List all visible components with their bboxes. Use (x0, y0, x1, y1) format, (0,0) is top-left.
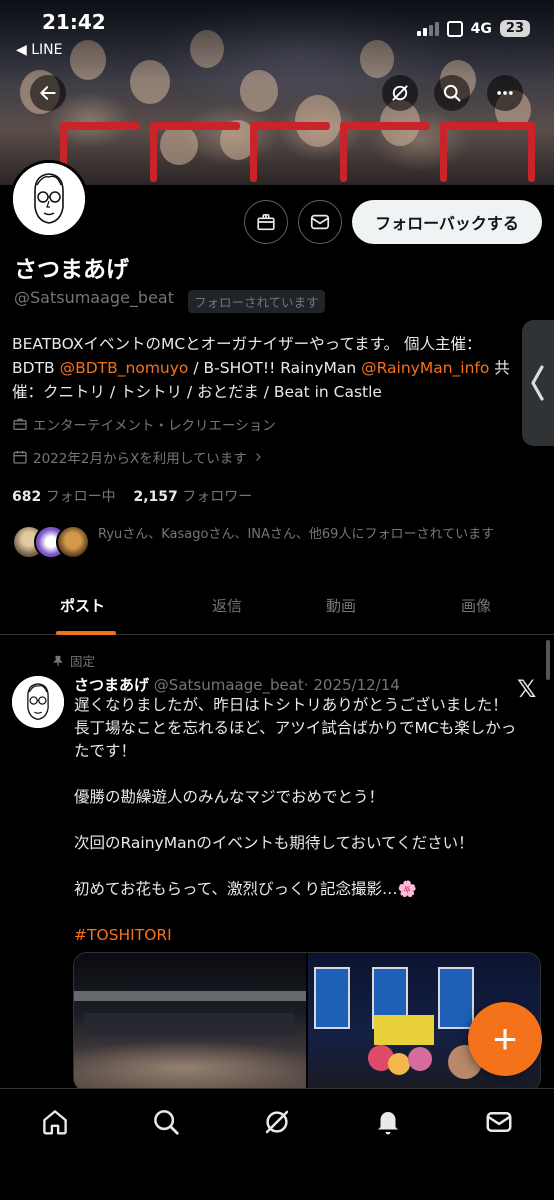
post-line-blank (74, 855, 544, 878)
home-icon (43, 1110, 67, 1135)
avatar-face-icon (13, 163, 85, 235)
profile-joined[interactable]: 2022年2月からXを利用しています (12, 447, 264, 467)
more-icon (497, 91, 513, 95)
followed-by-text[interactable]: Ryuさん、Kasagoさん、INAさん、他69人にフォローされています (98, 525, 538, 545)
tab-posts[interactable]: ポスト (60, 595, 105, 616)
calendar-icon (13, 451, 27, 464)
mention-link-rainyman[interactable]: @RainyMan_info (361, 359, 489, 377)
joined-text: 2022年2月からXを利用しています (33, 451, 247, 467)
chevron-left-icon (531, 365, 544, 401)
profile-name: さつまあげ (14, 257, 129, 283)
hashtag-link[interactable]: #TOSHITORI (74, 924, 544, 947)
post-date[interactable]: 2025/12/14 (313, 676, 399, 694)
chevron-right-icon (255, 453, 261, 461)
profile-avatar[interactable] (10, 160, 88, 238)
back-button[interactable] (30, 75, 66, 111)
bio-text: 共 (489, 359, 510, 377)
bio-text: / B-SHOT!! RainyMan (188, 359, 362, 377)
following-link[interactable]: 682 フォロー中 (12, 489, 116, 505)
search-icon (443, 84, 461, 102)
gift-icon (257, 213, 275, 231)
back-arrow-icon (40, 86, 56, 100)
message-button[interactable] (298, 200, 342, 244)
subscribe-gift-button[interactable] (244, 200, 288, 244)
bio-line-3: 催：クニトリ / トシトリ / おとだま / Beat in Castle (12, 383, 382, 401)
grok-icon (392, 85, 408, 101)
pin-icon (53, 655, 63, 666)
tab-images[interactable]: 画像 (461, 595, 491, 616)
side-panel-handle[interactable] (522, 320, 554, 446)
nav-search[interactable] (151, 1107, 181, 1137)
post-line: 次回のRainyManのイベントも期待しておいてください！ (74, 834, 474, 852)
network-type: 4G (470, 20, 492, 37)
follows-you-badge: フォローされています (188, 290, 325, 313)
follow-back-button[interactable]: フォローバックする (352, 200, 542, 244)
battery-level: 23 (499, 20, 530, 37)
pinned-text: 固定 (70, 654, 96, 669)
bell-icon (378, 1112, 398, 1135)
mail-icon (310, 214, 330, 230)
category-text: エンターテイメント・レクリエーション (33, 418, 276, 434)
profile-handle: @Satsumaage_beat (14, 288, 174, 307)
profile-tabs: ポスト 返信 動画 画像 (0, 585, 554, 635)
back-to-line[interactable]: ◀ LINE (16, 42, 62, 58)
scrollbar[interactable] (546, 640, 550, 680)
tab-replies[interactable]: 返信 (212, 595, 242, 616)
post-line-blank (74, 763, 544, 786)
compose-post-button[interactable]: + (468, 1002, 542, 1076)
grok-button[interactable] (382, 75, 418, 111)
follow-counts: 682 フォロー中 2,157 フォロワー (12, 486, 252, 506)
avatar (56, 525, 90, 559)
media-image-crowd[interactable] (74, 953, 306, 1091)
post-avatar[interactable] (12, 676, 64, 728)
followers-label: フォロワー (182, 489, 253, 505)
avatar-face-icon (12, 676, 64, 728)
post-text: 遅くなりましたが、昨日はトシトリありがとうございました！ 長丁場なことを忘れるほ… (74, 694, 544, 947)
grok-icon (265, 1110, 289, 1134)
mutual-followers-avatars[interactable] (12, 525, 90, 559)
profile-bio: BEATBOXイベントのMCとオーガナイザーやってます。 個人主催： BDTB … (12, 332, 522, 404)
mention-link-bdtb[interactable]: @BDTB_nomuyo (60, 359, 189, 377)
profile-category: エンターテイメント・レクリエーション (12, 414, 276, 434)
bottom-navigation (0, 1088, 554, 1200)
post-line: 初めてお花もらって、激烈びっくり記念撮影…🌸 (74, 880, 417, 898)
following-count: 682 (12, 489, 42, 505)
bio-line-2: BDTB @BDTB_nomuyo / B-SHOT!! RainyMan @R… (12, 356, 522, 380)
nav-notifications[interactable] (373, 1107, 403, 1137)
post-line: 長丁場なことを忘れるほど、アツイ試合ばかりでMCも楽しかっ (74, 719, 517, 737)
status-indicators: 4G 23 (416, 20, 530, 37)
post-header: さつまあげ @Satsumaage_beat· 2025/12/14 (74, 674, 400, 695)
post-line: 優勝の勘繰遊人のみんなマジでおめでとう！ (74, 788, 385, 806)
status-time: 21:42 (42, 10, 106, 34)
bio-text: BDTB (12, 359, 60, 377)
mail-icon (486, 1112, 512, 1132)
post-author-handle[interactable]: @Satsumaage_beat (154, 676, 304, 694)
following-label: フォロー中 (45, 489, 116, 505)
nav-home[interactable] (40, 1107, 70, 1137)
active-tab-indicator (56, 631, 116, 635)
more-button[interactable] (487, 75, 523, 111)
nav-messages[interactable] (484, 1107, 514, 1137)
lock-icon (446, 20, 463, 37)
search-icon (154, 1110, 179, 1135)
post-line-blank (74, 901, 544, 924)
post-author-name[interactable]: さつまあげ (74, 676, 149, 694)
followers-count: 2,157 (133, 489, 178, 505)
briefcase-icon (13, 418, 27, 430)
post-line: 遅くなりましたが、昨日はトシトリありがとうございました！ (74, 696, 508, 714)
post-dot: · (303, 676, 309, 694)
signal-icon (416, 21, 439, 36)
tab-videos[interactable]: 動画 (326, 595, 356, 616)
pinned-label: 固定 (52, 651, 95, 670)
nav-grok[interactable] (262, 1107, 292, 1137)
bio-line-1: BEATBOXイベントのMCとオーガナイザーやってます。 個人主催： (12, 335, 482, 353)
post-line-blank (74, 809, 544, 832)
post-line: たです！ (74, 742, 137, 760)
search-button[interactable] (434, 75, 470, 111)
followers-link[interactable]: 2,157 フォロワー (134, 489, 253, 505)
